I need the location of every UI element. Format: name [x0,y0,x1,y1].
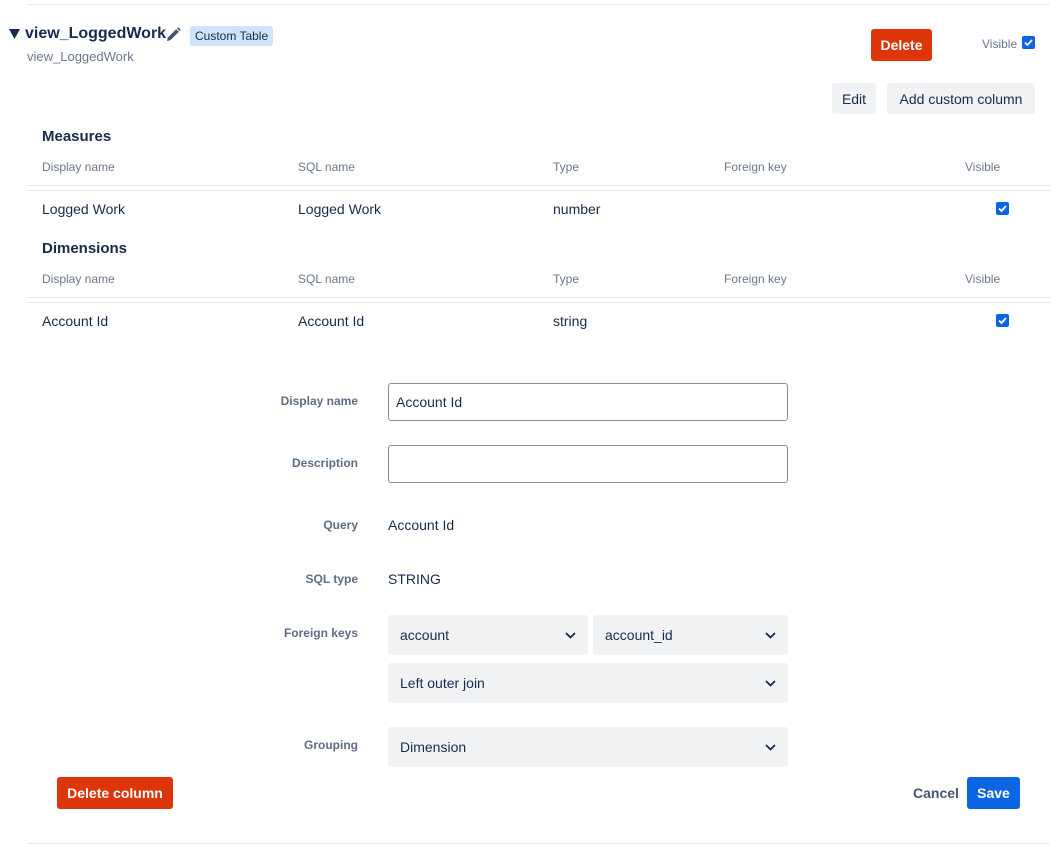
dimension-sql-name: Account Id [298,313,365,329]
dimensions-header-display-name: Display name [42,272,115,286]
query-label: Query [323,518,358,532]
dimensions-title: Dimensions [42,240,128,257]
dimensions-header-sql-name: SQL name [298,272,355,286]
chevron-down-icon [765,679,776,687]
chevron-down-icon [765,743,776,751]
fk-join-select[interactable]: Left outer join [388,663,788,703]
chevron-down-icon [565,631,576,639]
table-title: view_LoggedWork [25,25,167,42]
display-name-input[interactable]: Account Id [388,383,788,421]
description-label: Description [291,456,358,470]
pencil-icon[interactable] [166,27,181,47]
add-custom-column-button[interactable]: Add custom column [887,83,1035,114]
visible-label: Visible [982,37,1018,51]
check-icon [998,317,1007,324]
dimensions-header-type: Type [553,272,580,286]
sql-type-label: SQL type [305,572,358,586]
custom-table-badge: Custom Table [190,26,274,46]
dimensions-header-visible: Visible [965,272,1001,286]
cancel-button[interactable]: Cancel [913,785,959,801]
fk-column-value: account_id [605,627,673,643]
delete-column-button[interactable]: Delete column [57,777,173,809]
display-name-label: Display name [280,394,358,408]
dimensions-header-foreign-key: Foreign key [724,272,787,286]
table-visible-checkbox[interactable] [1022,36,1035,49]
description-input[interactable] [388,445,788,483]
measures-header-visible: Visible [965,160,1001,174]
measures-header-sql-name: SQL name [298,160,355,174]
measure-visible-checkbox[interactable] [996,202,1009,215]
measure-display-name: Logged Work [42,201,126,217]
dimensions-header-divider [28,297,1050,298]
caret-down-icon [9,29,20,39]
fk-join-value: Left outer join [400,675,485,691]
measure-sql-name: Logged Work [298,201,382,217]
chevron-down-icon [765,631,776,639]
grouping-select[interactable]: Dimension [388,727,788,767]
table-row[interactable]: Logged Work Logged Work number [28,192,1050,226]
edit-button[interactable]: Edit [832,83,876,114]
dimensions-header-divider-2 [28,302,1050,303]
save-button[interactable]: Save [967,777,1020,809]
collapse-toggle[interactable] [9,27,20,45]
fk-table-select[interactable]: account [388,615,588,655]
measures-header-type: Type [553,160,580,174]
table-row[interactable]: Account Id Account Id string [28,304,1050,338]
dimension-type: string [553,313,588,329]
fk-table-value: account [400,627,450,643]
table-subtitle: view_LoggedWork [27,49,134,64]
measures-header-foreign-key: Foreign key [724,160,787,174]
grouping-value: Dimension [400,739,467,755]
grouping-label: Grouping [304,738,358,752]
foreign-keys-label: Foreign keys [283,626,358,640]
top-divider [28,4,1050,5]
check-icon [998,205,1007,212]
delete-table-button[interactable]: Delete [871,29,932,61]
fk-column-select[interactable]: account_id [593,615,788,655]
measure-type: number [553,201,601,217]
dimension-display-name: Account Id [42,313,109,329]
measures-header-divider [28,185,1050,186]
measures-title: Measures [42,128,112,145]
bottom-divider [28,843,1050,844]
sql-type-value: STRING [388,571,441,587]
query-value: Account Id [388,517,455,533]
dimension-visible-checkbox[interactable] [996,314,1009,327]
measures-header-display-name: Display name [42,160,115,174]
measures-header-divider-2 [28,190,1050,191]
check-icon [1024,39,1033,46]
